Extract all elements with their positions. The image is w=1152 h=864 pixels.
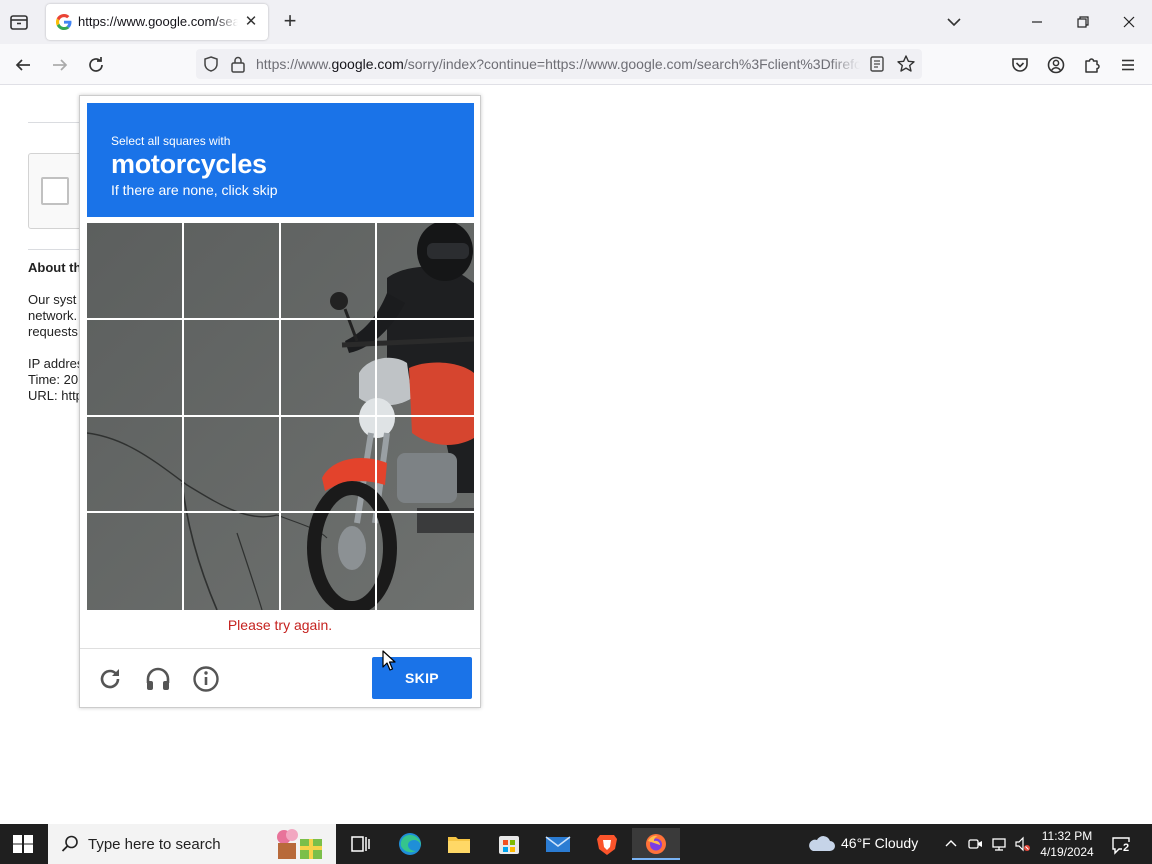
image-tile[interactable] [87,223,184,320]
search-placeholder: Type here to search [88,836,221,853]
hamburger-menu-icon[interactable] [1115,52,1141,78]
image-tile[interactable] [377,513,474,610]
edge-browser-icon[interactable] [390,828,430,860]
weather-text: 46°F Cloudy [841,835,919,851]
image-tile[interactable] [377,320,474,417]
tab-title: https://www.google.com/search?client=fir… [78,14,238,29]
forward-arrow-icon[interactable] [47,52,73,78]
google-favicon-icon [56,14,72,30]
image-tile[interactable] [280,416,378,514]
taskbar-search-box[interactable]: Type here to search [48,824,336,864]
system-clock[interactable]: 11:32 PM 4/19/2024 [1036,828,1098,860]
address-bar[interactable]: https://www.google.com/sorry/index?conti… [196,49,922,79]
back-arrow-icon[interactable] [10,52,36,78]
audio-challenge-headphones-icon[interactable] [143,664,173,694]
about-line: requests [28,324,78,339]
recaptcha-checkbox[interactable] [41,177,69,205]
task-view-icon[interactable] [340,828,380,860]
extensions-puzzle-icon[interactable] [1079,52,1105,78]
tab-bar: https://www.google.com/search?client=fir… [0,0,1152,44]
url-line: URL: http [28,388,83,403]
about-heading: About th [28,260,82,275]
image-tile[interactable] [87,513,184,610]
about-line: Our syst [28,292,77,307]
volume-muted-icon[interactable] [1014,836,1030,852]
firefox-view-icon[interactable] [8,12,30,32]
browser-tab-google[interactable]: https://www.google.com/search?client=fir… [46,4,268,40]
image-grid [87,223,474,610]
tracking-protection-shield-icon[interactable] [202,55,220,73]
instruction-text: Select all squares with [111,134,231,148]
reload-icon[interactable] [83,52,109,78]
lock-icon[interactable] [230,55,246,73]
network-icon[interactable] [991,836,1007,852]
clock-time: 11:32 PM [1041,829,1093,843]
file-explorer-icon[interactable] [439,828,479,860]
image-tile[interactable] [281,513,378,610]
pocket-icon[interactable] [1007,52,1033,78]
image-tile[interactable] [87,416,184,514]
about-line: network. [28,308,78,323]
recaptcha-challenge: Select all squares with motorcycles If t… [79,95,481,708]
show-hidden-icons-chevron-icon[interactable] [943,836,959,852]
account-icon[interactable] [1043,52,1069,78]
notification-center-button[interactable]: 2 [1108,834,1136,856]
image-tile[interactable] [183,416,281,514]
windows-taskbar: Type here to search 46°F Cloudy 11:32 PM… [0,824,1152,864]
firefox-taskbar-button[interactable] [632,828,680,860]
reload-challenge-icon[interactable] [95,664,125,694]
skip-hint: If there are none, click skip [111,182,278,198]
image-tile[interactable] [183,319,281,417]
image-tile[interactable] [184,513,281,610]
url-text[interactable]: https://www.google.com/sorry/index?conti… [256,56,860,72]
ip-address-line: IP addres [28,356,84,371]
microsoft-store-icon[interactable] [489,828,529,860]
minimize-icon[interactable] [1025,10,1049,34]
mouse-cursor-icon [382,650,396,671]
notification-count: 2 [1122,842,1131,854]
image-tile[interactable] [87,319,184,417]
footer-divider [80,648,480,649]
search-highlight-gifts-icon[interactable] [270,827,326,861]
image-tile[interactable] [280,319,378,417]
cloudy-weather-icon [809,836,835,851]
restore-icon[interactable] [1071,10,1095,34]
help-info-icon[interactable] [191,664,221,694]
time-line: Time: 20 [28,372,79,387]
mail-icon[interactable] [538,828,578,860]
challenge-header: Select all squares with motorcycles If t… [87,103,474,217]
error-message: Please try again. [227,617,333,633]
reader-view-icon[interactable] [868,55,886,73]
image-tile[interactable] [280,223,378,320]
image-tile[interactable] [183,223,281,320]
tab-close-icon[interactable]: ✕ [242,13,260,31]
bookmark-star-icon[interactable] [896,54,916,74]
brave-browser-icon[interactable] [587,828,627,860]
new-tab-button[interactable]: + [278,10,302,34]
meet-now-icon[interactable] [967,836,983,852]
navigation-toolbar: https://www.google.com/sorry/index?conti… [0,44,1152,85]
clock-date: 4/19/2024 [1040,845,1094,859]
list-all-tabs-icon[interactable] [942,10,966,34]
firefox-icon [646,834,666,854]
search-icon [61,835,78,852]
image-tile[interactable] [377,223,474,320]
windows-start-icon[interactable] [12,834,34,854]
close-window-icon[interactable] [1117,10,1141,34]
target-object: motorcycles [111,149,267,179]
image-tile[interactable] [377,417,474,514]
about-this-page: About th Our syst network. requests IP a… [28,260,83,404]
